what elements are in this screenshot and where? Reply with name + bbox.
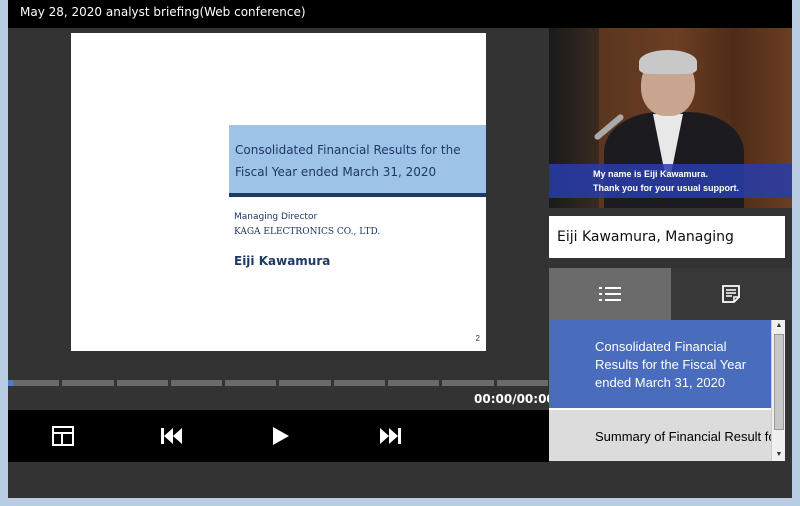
document-icon — [722, 285, 741, 303]
layout-button[interactable] — [49, 422, 77, 450]
layout-icon — [52, 426, 74, 446]
skip-next-icon — [380, 428, 401, 444]
slide-company: KAGA ELECTRONICS CO., LTD. — [234, 227, 381, 237]
video-caption: My name is Eiji Kawamura. Thank you for … — [549, 164, 792, 198]
chapter-item-2[interactable]: Summary of Financial Result for FY2020/3 — [549, 410, 771, 461]
progress-fill — [8, 380, 13, 386]
side-tabs — [549, 268, 792, 320]
chapter-list: Consolidated Financial Results for the F… — [549, 320, 785, 461]
time-display: 00:00/00:00 — [474, 392, 555, 406]
play-button[interactable] — [267, 422, 295, 450]
progress-segment — [442, 380, 494, 386]
scrollbar-thumb[interactable] — [774, 334, 784, 430]
chapter-item-1[interactable]: Consolidated Financial Results for the F… — [549, 320, 771, 408]
caption-line-1: My name is Eiji Kawamura. — [593, 169, 709, 179]
caption-line-2: Thank you for your usual support. — [593, 183, 740, 193]
tab-documents[interactable] — [670, 268, 792, 320]
presentation-slide: Consolidated Financial Results for the F… — [71, 33, 486, 351]
progress-segment — [333, 380, 386, 386]
list-icon — [598, 287, 621, 301]
next-button[interactable] — [376, 422, 404, 450]
scroll-down-arrow-icon[interactable]: ▼ — [772, 449, 786, 461]
app-frame: May 28, 2020 analyst briefing(Web confer… — [0, 0, 800, 506]
progress-segment — [496, 380, 548, 386]
chapter-list-scrollbar[interactable]: ▲ ▼ — [771, 320, 785, 461]
previous-button[interactable] — [158, 422, 186, 450]
player-window: May 28, 2020 analyst briefing(Web confer… — [8, 0, 792, 498]
window-title: May 28, 2020 analyst briefing(Web confer… — [8, 0, 792, 28]
slide-role: Managing Director — [234, 212, 318, 222]
play-icon — [273, 427, 289, 445]
progress-segment — [8, 380, 60, 386]
scroll-up-arrow-icon[interactable]: ▲ — [772, 320, 786, 332]
tab-chapters[interactable] — [549, 268, 671, 320]
speaker-hair — [639, 50, 697, 74]
progress-segment — [170, 380, 223, 386]
slide-title: Consolidated Financial Results for the F… — [235, 143, 461, 179]
progress-bar[interactable] — [8, 380, 548, 386]
control-bar — [8, 410, 549, 462]
progress-segment — [279, 380, 331, 386]
slide-presenter-name: Eiji Kawamura — [234, 254, 331, 268]
progress-segment — [116, 380, 168, 386]
slide-page-number: 2 — [475, 334, 480, 343]
speaker-label: Eiji Kawamura, Managing Director — [549, 216, 785, 287]
progress-segment — [62, 380, 114, 386]
skip-previous-icon — [161, 428, 182, 444]
speaker-video[interactable]: My name is Eiji Kawamura. Thank you for … — [549, 28, 792, 208]
slide-title-band: Consolidated Financial Results for the F… — [229, 125, 486, 197]
progress-segment — [225, 380, 277, 386]
progress-segment — [388, 380, 440, 386]
